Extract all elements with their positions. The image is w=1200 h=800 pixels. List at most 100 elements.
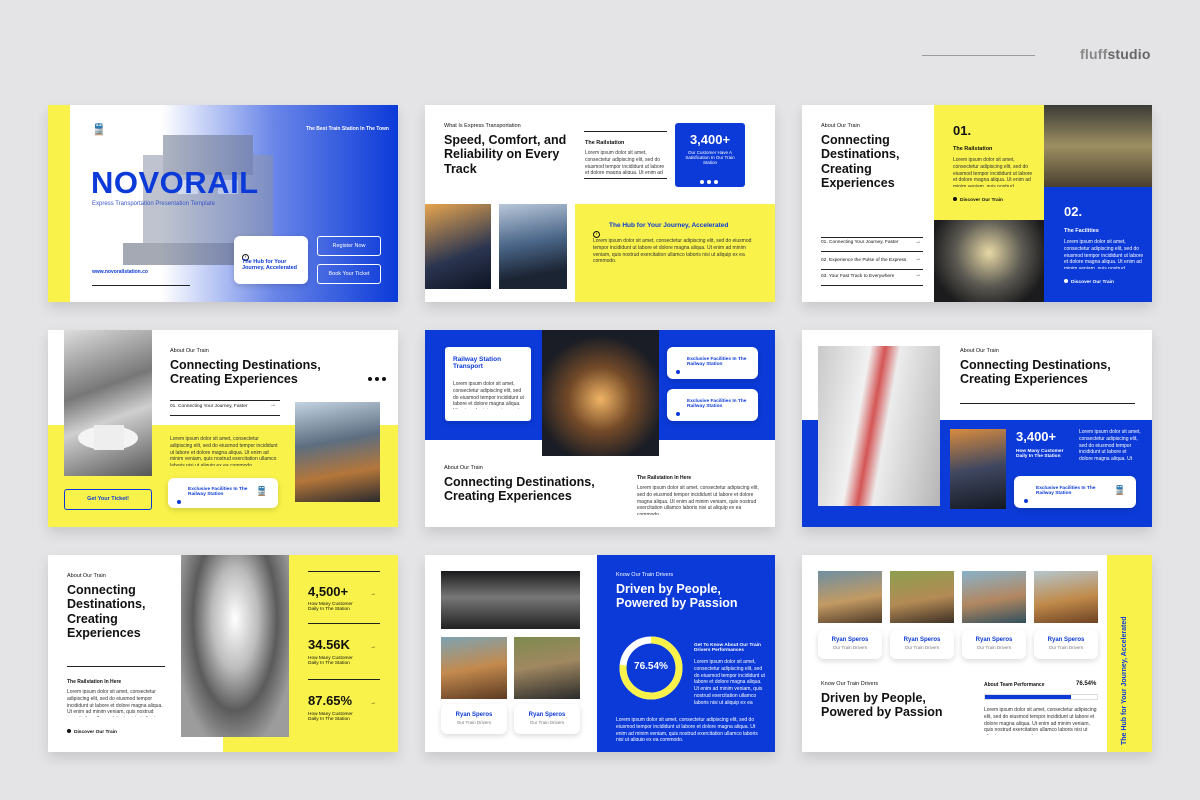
divider bbox=[821, 251, 923, 252]
pre-title: About Our Train bbox=[170, 348, 209, 354]
list-item: 03. Your Fast Track to Everywhere bbox=[821, 274, 895, 279]
brand-divider bbox=[922, 55, 1035, 56]
paragraph: Lorem ipsum dolor sit amet, consectetur … bbox=[637, 485, 759, 515]
divider bbox=[67, 666, 165, 667]
discover-link[interactable]: Discover Our Train bbox=[953, 197, 1003, 203]
get-ticket-button[interactable]: Get Your Ticket! bbox=[64, 489, 152, 510]
motion-train-photo bbox=[818, 346, 940, 506]
stat-value-3: 87.65% bbox=[308, 693, 353, 708]
facilities-card[interactable]: Exclusive Facilities In The Railway Stat… bbox=[1014, 476, 1136, 508]
divider bbox=[170, 415, 280, 416]
stat-label: How Many Customer Daily In The Station bbox=[1016, 449, 1064, 459]
stat-box: 3,400+ Our Customer Have A Satisfication… bbox=[675, 123, 745, 187]
slide-about-1[interactable]: About Our Train Connecting Destinations,… bbox=[802, 105, 1152, 302]
sub-title: The Railstation In Here bbox=[637, 475, 692, 481]
slide-title: Connecting Destinations, Creating Experi… bbox=[444, 475, 595, 504]
slide-drivers-2[interactable]: The Hub for Your Journey, Accelerated Ry… bbox=[802, 555, 1152, 752]
train-icon: 🚆 bbox=[1114, 485, 1126, 495]
facilities-card-1[interactable]: Exclusive Facilities In The Railway Stat… bbox=[667, 347, 758, 379]
list-item: 01. Connecting Your Journey, Faster bbox=[170, 404, 248, 409]
sub-title: The Railstation bbox=[585, 140, 625, 146]
brand-logo: fluffstudio bbox=[1080, 46, 1151, 62]
performance-value: 76.54% bbox=[634, 661, 668, 672]
divider bbox=[170, 400, 280, 401]
more-icon[interactable] bbox=[368, 368, 389, 386]
arrow-right-icon: › bbox=[593, 231, 600, 238]
divider bbox=[821, 285, 923, 286]
pre-title: About Our Train bbox=[67, 573, 106, 579]
side-tagline: The Hub for Your Journey, Accelerated bbox=[1121, 616, 1128, 746]
yellow-block: 01. The Railstation Lorem ipsum dolor si… bbox=[934, 105, 1044, 220]
tagline: The Best Train Station In The Town bbox=[306, 126, 389, 132]
arrow-icon[interactable]: → bbox=[915, 239, 921, 245]
bullet-train-photo bbox=[64, 330, 152, 476]
divider bbox=[821, 237, 923, 238]
stat-value-2: 34.56K bbox=[308, 637, 350, 652]
list-item: 01. Connecting Your Journey, Faster bbox=[821, 240, 899, 245]
tram-street-photo bbox=[295, 402, 380, 502]
slide-about-2[interactable]: About Our Train Connecting Destinations,… bbox=[48, 330, 398, 527]
stat-value-1: 4,500+ bbox=[308, 584, 349, 599]
book-ticket-button[interactable]: Book Your Ticket bbox=[317, 264, 381, 284]
paragraph: Lorem ipsum dolor sit amet, consectetur … bbox=[593, 238, 752, 265]
driver-card-2[interactable]: Ryan Speros Our Train Drivers bbox=[514, 704, 580, 734]
divider bbox=[92, 285, 190, 286]
discover-link[interactable]: Discover Our Train bbox=[1064, 279, 1114, 285]
facilities-card-2[interactable]: Exclusive Facilities In The Railway Stat… bbox=[667, 389, 758, 421]
slide-title: Connecting Destinations, Creating Experi… bbox=[821, 133, 900, 191]
paragraph: Lorem ipsum dolor sit amet, consectetur … bbox=[984, 707, 1097, 735]
divider bbox=[308, 679, 380, 680]
slide-cover[interactable]: 🚆 The Best Train Station In The Town NOV… bbox=[48, 105, 398, 302]
slide-drivers-1[interactable]: Ryan Speros Our Train Drivers Ryan Spero… bbox=[425, 555, 775, 752]
slide-title: Connecting Destinations, Creating Experi… bbox=[67, 583, 146, 641]
divider bbox=[960, 403, 1135, 404]
arrow-icon[interactable]: → bbox=[915, 256, 921, 262]
website-url[interactable]: www.novorailstation.co bbox=[92, 269, 148, 275]
stat-label-3: How Many Customer Daily In The Station bbox=[308, 712, 353, 722]
paragraph: Lorem ipsum dolor sit amet, consectetur … bbox=[616, 717, 758, 741]
slide-title: Speed, Comfort, and Reliability on Every… bbox=[444, 133, 567, 176]
slide-speed-comfort[interactable]: What Is Express Transportation Speed, Co… bbox=[425, 105, 775, 302]
arrow-icon[interactable]: → bbox=[915, 272, 921, 278]
pre-title: About Our Train bbox=[960, 348, 999, 354]
arrow-icon[interactable]: → bbox=[370, 644, 376, 650]
divider bbox=[308, 571, 380, 572]
divider bbox=[584, 131, 667, 132]
hub-card[interactable]: › The Hub for Your Journey, Accelerated bbox=[234, 236, 308, 284]
train-icon: 🚆 bbox=[256, 486, 268, 496]
cover-subtitle: Express Transportation Presentation Temp… bbox=[92, 201, 215, 207]
driver-card-1[interactable]: Ryan Speros Our Train Drivers bbox=[818, 630, 882, 659]
yellow-side bbox=[1107, 555, 1152, 752]
driver-card-2[interactable]: Ryan Speros Our Train Drivers bbox=[890, 630, 954, 659]
pre-title: About Our Train bbox=[444, 465, 483, 471]
driver-photo-2 bbox=[890, 571, 954, 623]
facilities-card[interactable]: Exclusive Facilities In The Railway Stat… bbox=[168, 478, 278, 508]
slide-about-3[interactable]: About Our Train Connecting Destinations,… bbox=[802, 330, 1152, 527]
register-button[interactable]: Register Now bbox=[317, 236, 381, 256]
driver-photo-4 bbox=[1034, 571, 1098, 623]
arrow-icon[interactable]: → bbox=[370, 591, 376, 597]
slide-title: Connecting Destinations, Creating Experi… bbox=[170, 358, 321, 387]
train-icon: 🚆 bbox=[92, 124, 106, 136]
driver-photo-1 bbox=[441, 637, 507, 699]
train-interior-photo bbox=[441, 571, 580, 629]
slide-title: Connecting Destinations, Creating Experi… bbox=[960, 358, 1111, 387]
blue-panel: Know Our Train Drivers Driven by People,… bbox=[597, 555, 775, 752]
arrow-icon[interactable]: → bbox=[370, 700, 376, 706]
driver-card-1[interactable]: Ryan Speros Our Train Drivers bbox=[441, 704, 507, 734]
station-hall-photo bbox=[542, 330, 659, 456]
driver-photo-1 bbox=[818, 571, 882, 623]
stat-label-2: How Many Customer Daily In The Station bbox=[308, 656, 353, 666]
list-item: 02. Experience the Pulse of the Express bbox=[821, 258, 907, 263]
divider bbox=[584, 178, 667, 179]
transport-box: Railway Station Transport Lorem ipsum do… bbox=[445, 347, 531, 421]
divider bbox=[308, 623, 380, 624]
paragraph: Lorem ipsum dolor sit amet, consectetur … bbox=[694, 659, 765, 705]
slide-railway-station[interactable]: Railway Station Transport Lorem ipsum do… bbox=[425, 330, 775, 527]
yellow-stripe bbox=[48, 105, 70, 302]
arrow-icon[interactable]: → bbox=[270, 402, 276, 408]
driver-card-3[interactable]: Ryan Speros Our Train Drivers bbox=[962, 630, 1026, 659]
driver-card-4[interactable]: Ryan Speros Our Train Drivers bbox=[1034, 630, 1098, 659]
slide-stats[interactable]: About Our Train Connecting Destinations,… bbox=[48, 555, 398, 752]
discover-link[interactable]: Discover Our Train bbox=[67, 729, 117, 735]
